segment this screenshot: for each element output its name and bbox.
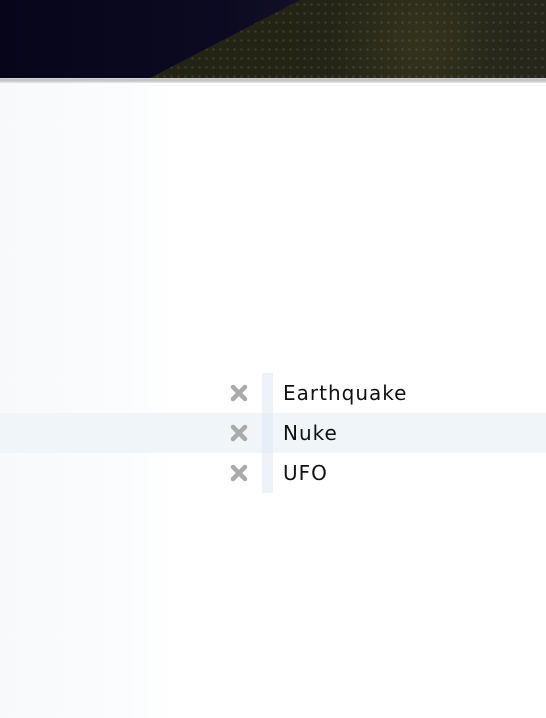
header-banner-image [0,0,546,78]
close-icon [230,464,248,482]
close-icon [230,424,248,442]
row-separator [262,453,273,493]
remove-item-button[interactable] [226,381,252,405]
list-item: Earthquake [0,373,546,413]
remove-item-button[interactable] [226,461,252,485]
list-item: Nuke [0,413,546,453]
list-item: UFO [0,453,546,493]
item-label[interactable]: UFO [283,453,328,493]
row-separator [262,413,273,453]
remove-item-button[interactable] [226,421,252,445]
close-icon [230,384,248,402]
item-label[interactable]: Earthquake [283,373,407,413]
row-separator [262,373,273,413]
item-label[interactable]: Nuke [283,413,338,453]
item-list: Earthquake Nuke UFO [0,373,546,493]
